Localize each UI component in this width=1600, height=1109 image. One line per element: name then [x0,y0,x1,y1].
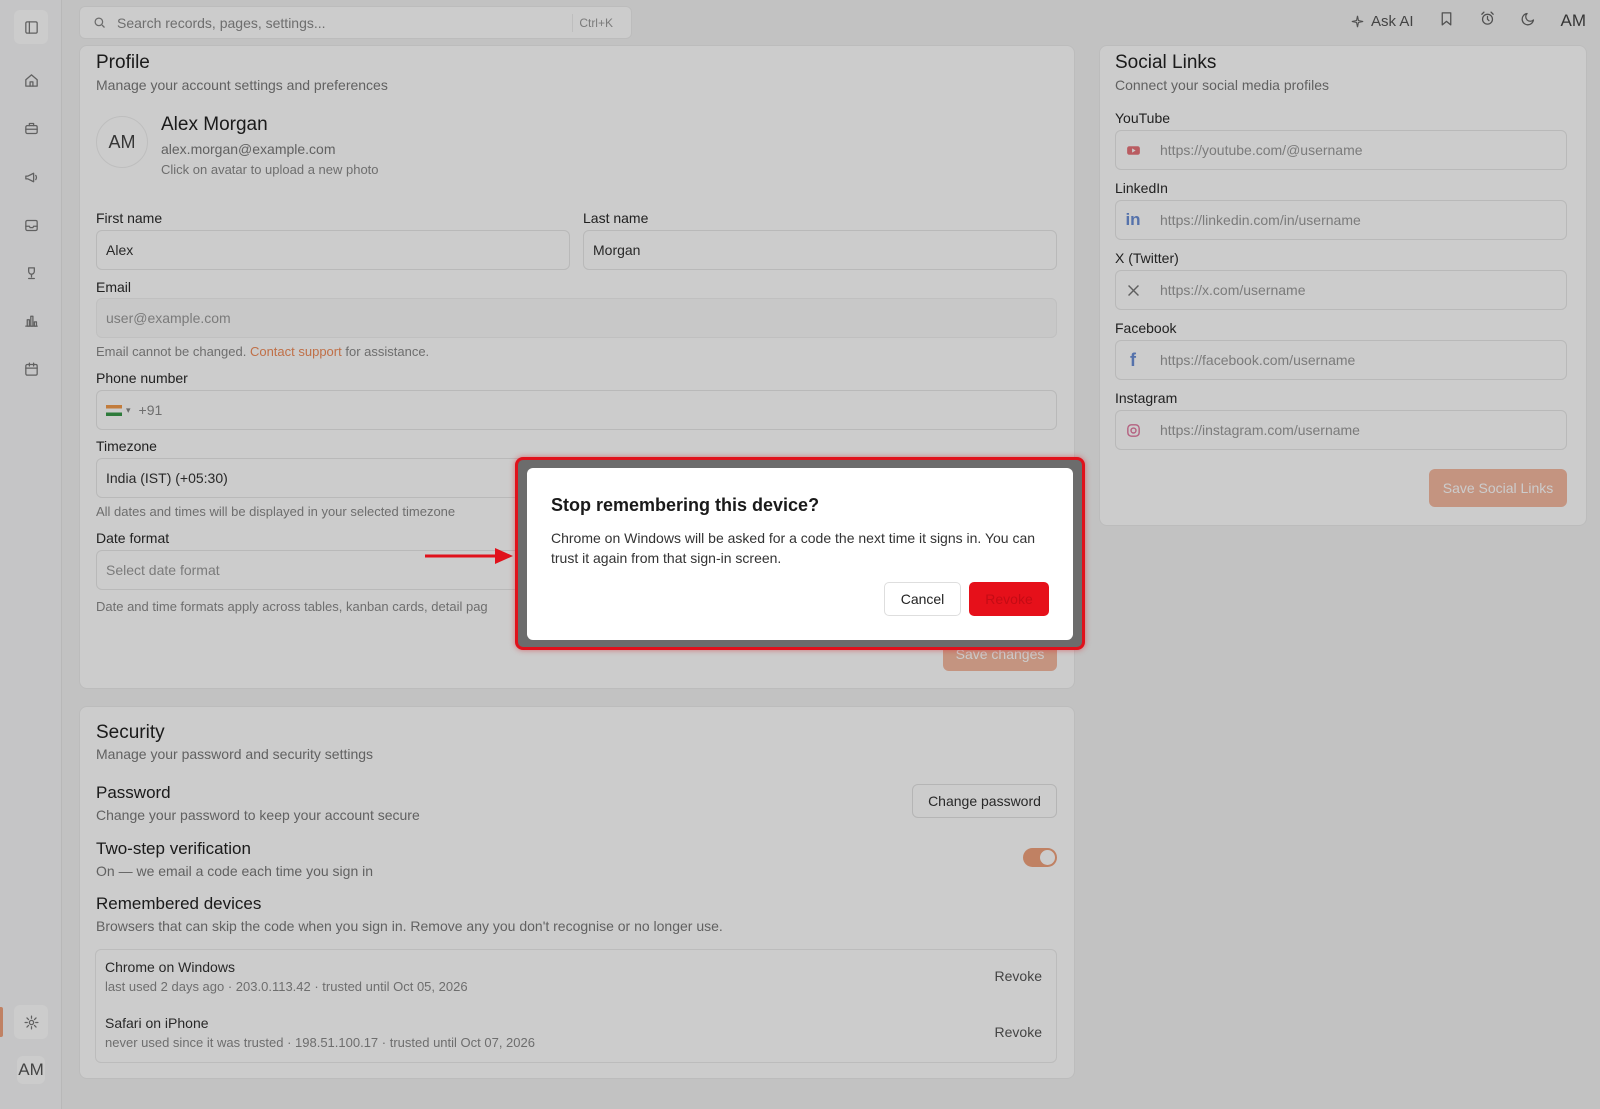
dialog-device-name: Chrome on Windows [551,530,681,546]
revoke-button[interactable]: Revoke [969,582,1049,616]
confirm-dialog: Stop remembering this device? Chrome on … [527,468,1073,640]
dialog-title: Stop remembering this device? [551,495,820,515]
dialog-body: Chrome on Windows will be asked for a co… [551,528,1051,568]
arrow-right-icon [425,548,513,564]
cancel-button[interactable]: Cancel [884,582,961,616]
